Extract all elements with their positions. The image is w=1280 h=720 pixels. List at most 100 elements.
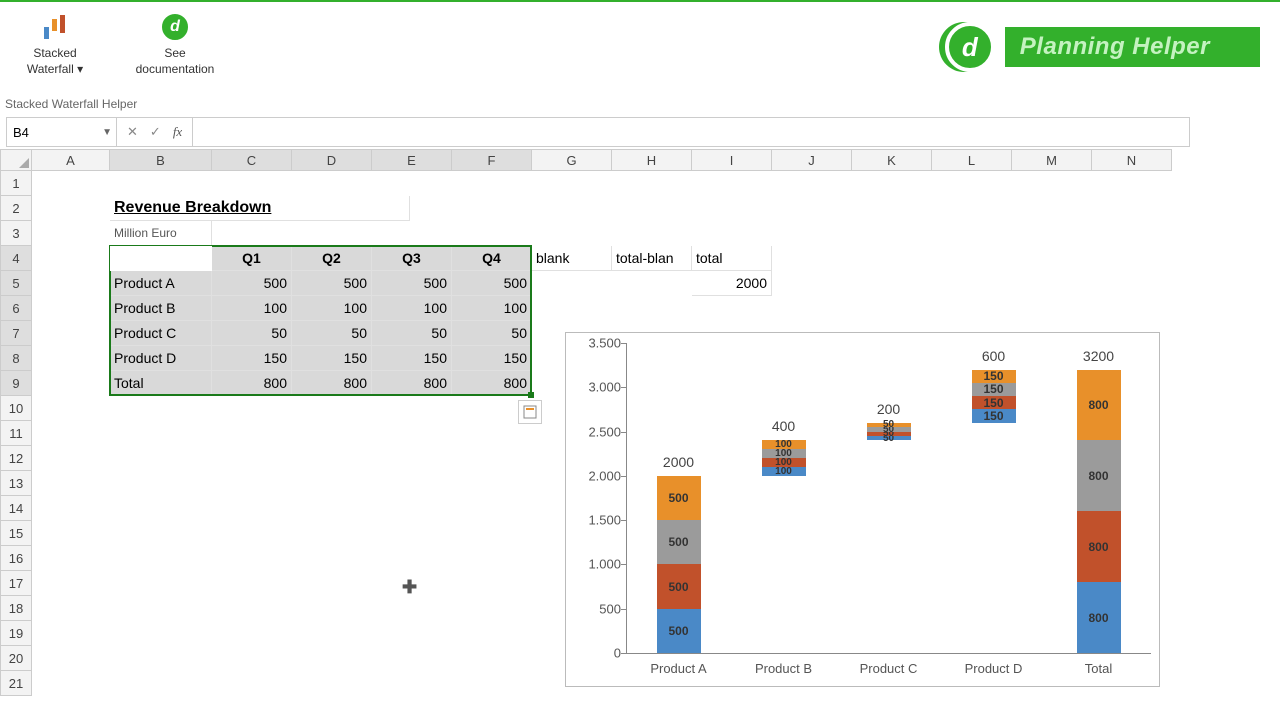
column-header[interactable]: N (1092, 149, 1172, 171)
row-header[interactable]: 7 (0, 321, 32, 346)
column-header[interactable]: A (32, 149, 110, 171)
cell[interactable]: 150 (292, 346, 372, 371)
row-header[interactable]: 16 (0, 546, 32, 571)
bar-segment[interactable]: 800 (1077, 370, 1121, 441)
confirm-icon[interactable]: ✓ (150, 124, 161, 140)
cell[interactable]: Product D (110, 346, 212, 371)
bar-segment[interactable]: 150 (972, 370, 1016, 383)
cell[interactable]: 100 (212, 296, 292, 321)
row-header[interactable]: 18 (0, 596, 32, 621)
bar-segment[interactable]: 150 (972, 396, 1016, 409)
cell[interactable]: 500 (372, 271, 452, 296)
spreadsheet-grid[interactable]: ABCDEFGHIJKLMN 1234567891011121314151617… (0, 149, 1280, 171)
chevron-down-icon[interactable]: ▼ (102, 127, 112, 138)
cell[interactable]: 800 (372, 371, 452, 396)
cell[interactable]: 500 (292, 271, 372, 296)
cell[interactable]: 100 (452, 296, 532, 321)
column-header[interactable]: H (612, 149, 692, 171)
bar-segment[interactable]: 150 (972, 409, 1016, 422)
row-header[interactable]: 1 (0, 171, 32, 196)
cell[interactable]: Q1 (212, 246, 292, 271)
row-header[interactable]: 15 (0, 521, 32, 546)
bar-segment[interactable]: 800 (1077, 511, 1121, 582)
bar-segment[interactable]: 800 (1077, 582, 1121, 653)
row-header[interactable]: 4 (0, 246, 32, 271)
row-header[interactable]: 11 (0, 421, 32, 446)
bar-segment[interactable]: 800 (1077, 440, 1121, 511)
row-header[interactable]: 21 (0, 671, 32, 696)
column-header[interactable]: K (852, 149, 932, 171)
fx-icon[interactable]: fx (173, 124, 182, 140)
cell[interactable]: 150 (212, 346, 292, 371)
paste-options-button[interactable] (518, 400, 542, 424)
cell[interactable]: 50 (372, 321, 452, 346)
cell[interactable]: blank (532, 246, 612, 271)
cell[interactable]: total (692, 246, 772, 271)
row-header[interactable]: 13 (0, 471, 32, 496)
cell[interactable]: 800 (292, 371, 372, 396)
y-tick-label: 500 (576, 601, 621, 616)
row-header[interactable]: 5 (0, 271, 32, 296)
row-header[interactable]: 6 (0, 296, 32, 321)
cell[interactable]: 800 (212, 371, 292, 396)
column-header[interactable]: J (772, 149, 852, 171)
column-header[interactable]: C (212, 149, 292, 171)
cell[interactable]: total-blan (612, 246, 692, 271)
cell[interactable]: Product C (110, 321, 212, 346)
bar-segment[interactable]: 100 (762, 458, 806, 467)
bar-segment[interactable]: 100 (762, 467, 806, 476)
name-box[interactable]: B4 ▼ (7, 118, 117, 146)
cell[interactable]: Q3 (372, 246, 452, 271)
cell[interactable]: 50 (452, 321, 532, 346)
cell[interactable]: 150 (452, 346, 532, 371)
cell[interactable]: Product B (110, 296, 212, 321)
bar-segment[interactable]: 500 (657, 520, 701, 564)
cell[interactable]: 150 (372, 346, 452, 371)
cell[interactable]: Million Euro (110, 221, 212, 246)
cell[interactable]: Revenue Breakdown (110, 196, 410, 221)
stacked-waterfall-button[interactable]: Stacked Waterfall ▾ (10, 10, 100, 77)
select-all-corner[interactable] (0, 149, 32, 171)
bar-segment[interactable]: 500 (657, 476, 701, 520)
cell[interactable]: 50 (292, 321, 372, 346)
cell[interactable]: 100 (292, 296, 372, 321)
formula-input[interactable] (193, 118, 1189, 146)
cell[interactable]: 50 (212, 321, 292, 346)
bar-segment[interactable]: 500 (657, 564, 701, 608)
cell[interactable]: Product A (110, 271, 212, 296)
column-header[interactable]: D (292, 149, 372, 171)
row-header[interactable]: 19 (0, 621, 32, 646)
see-documentation-button[interactable]: d See documentation (130, 10, 220, 77)
column-header[interactable]: F (452, 149, 532, 171)
column-header[interactable]: G (532, 149, 612, 171)
column-header[interactable]: M (1012, 149, 1092, 171)
column-header[interactable]: I (692, 149, 772, 171)
row-header[interactable]: 9 (0, 371, 32, 396)
row-header[interactable]: 14 (0, 496, 32, 521)
bar-segment[interactable]: 100 (762, 449, 806, 458)
column-header[interactable]: B (110, 149, 212, 171)
bar-segment[interactable]: 150 (972, 383, 1016, 396)
row-header[interactable]: 2 (0, 196, 32, 221)
cell[interactable]: 800 (452, 371, 532, 396)
column-header[interactable]: L (932, 149, 1012, 171)
bar-segment[interactable]: 100 (762, 440, 806, 449)
row-header[interactable]: 10 (0, 396, 32, 421)
cancel-icon[interactable]: ✕ (127, 124, 138, 140)
cell[interactable]: 500 (452, 271, 532, 296)
cell[interactable]: 500 (212, 271, 292, 296)
cell[interactable]: 2000 (692, 271, 772, 296)
cell[interactable]: Q4 (452, 246, 532, 271)
cell[interactable]: Total (110, 371, 212, 396)
cell[interactable]: 100 (372, 296, 452, 321)
stacked-waterfall-chart[interactable]: 05001.0001.5002.0002.5003.0003.500Produc… (565, 332, 1160, 687)
row-header[interactable]: 20 (0, 646, 32, 671)
row-header[interactable]: 17 (0, 571, 32, 596)
bar-segment[interactable]: 50 (867, 423, 911, 427)
row-header[interactable]: 12 (0, 446, 32, 471)
column-header[interactable]: E (372, 149, 452, 171)
cell[interactable]: Q2 (292, 246, 372, 271)
bar-segment[interactable]: 500 (657, 609, 701, 653)
row-header[interactable]: 3 (0, 221, 32, 246)
row-header[interactable]: 8 (0, 346, 32, 371)
